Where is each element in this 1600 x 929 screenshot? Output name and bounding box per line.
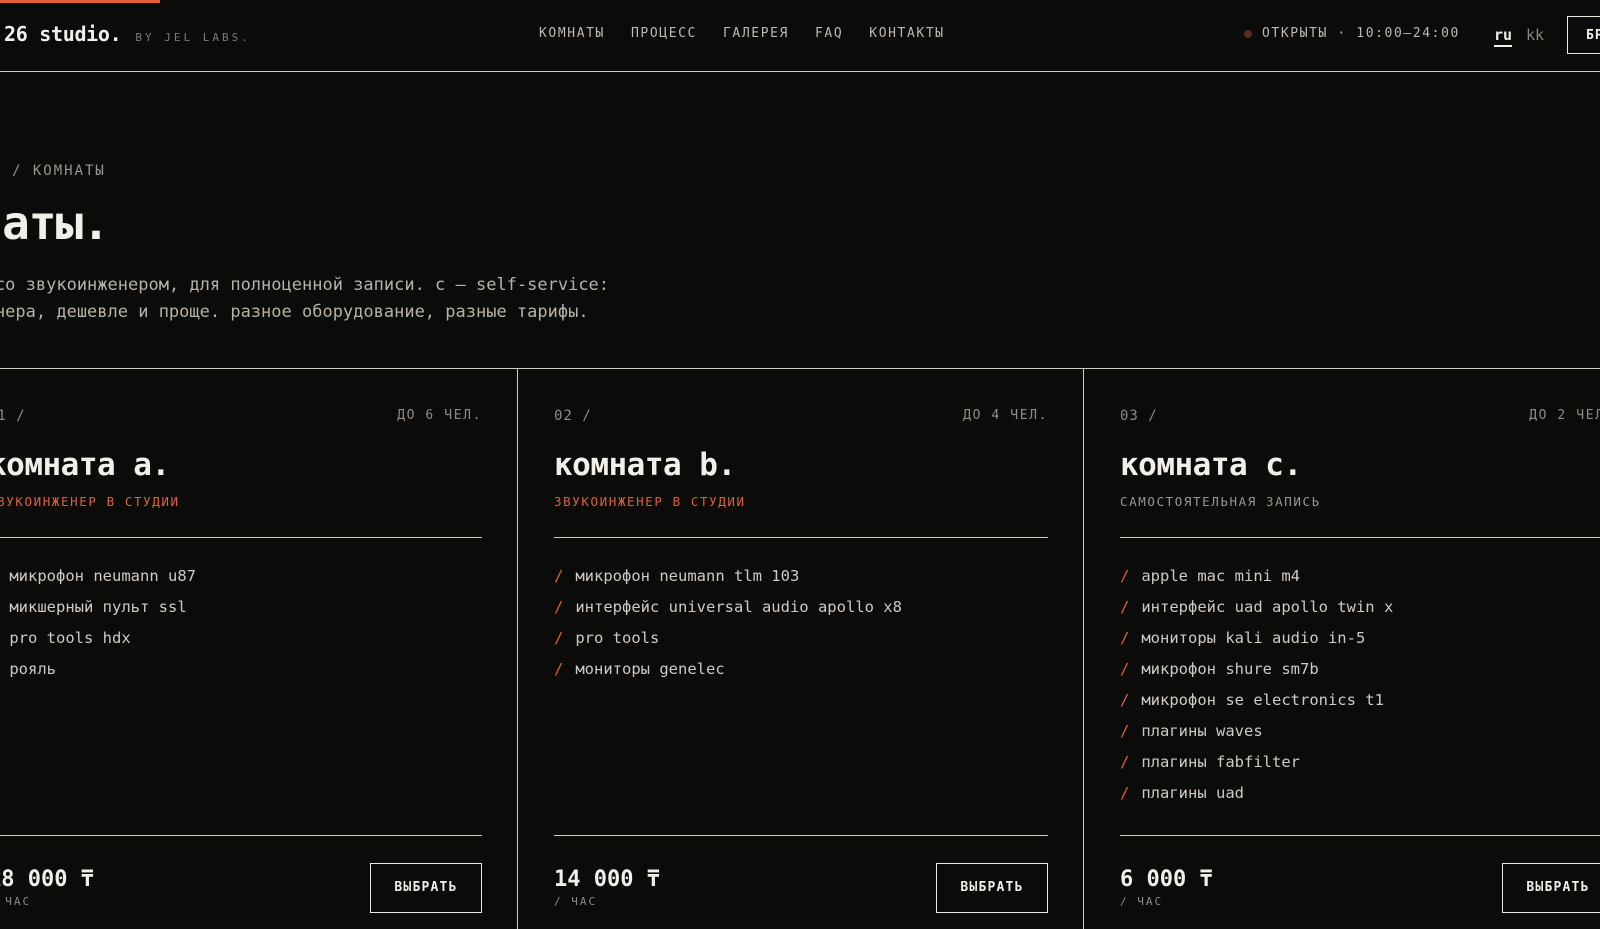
slash-bullet-icon: / [1120,691,1130,709]
slash-bullet-icon: / [554,629,564,647]
room-features: /микрофон neumann u87 /микшерный пульт s… [0,567,482,691]
feature-label: apple mac mini m4 [1141,567,1300,585]
feature-label: pro tools [575,629,660,647]
feature-item: / плагины uad [1120,784,1600,815]
feature-label: мониторы kali audio in-5 [1141,629,1366,647]
select-room-c-button[interactable]: ВЫБРАТЬ [1502,863,1600,913]
room-price: 14 000 ₸ [554,867,660,892]
feature-item: / микрофон shure sm7b [1120,660,1600,691]
feature-item: /pro tools hdx [0,629,482,660]
status-dot-icon [1244,29,1252,38]
room-tag: ЗВУКОИНЖЕНЕР В СТУДИИ [554,494,746,509]
lang-kk-toggle[interactable]: kk [1526,26,1544,44]
lang-ru-toggle[interactable]: ru [1494,26,1513,47]
feature-item: /микшерный пульт ssl [0,598,482,629]
room-title: комната c. [1120,447,1302,483]
feature-item: /рояль [0,660,482,691]
page-description-line: b — со звукоинженером, для полноценной з… [0,275,610,295]
feature-label: pro tools hdx [9,629,131,647]
breadcrumb: / КОМНАТЫ [12,163,106,179]
feature-label: микрофон se electronics t1 [1141,691,1384,709]
slash-bullet-icon: / [554,660,564,678]
card-divider [554,835,1048,836]
feature-item: / микрофон se electronics t1 [1120,691,1600,722]
opening-hours: ОТКРЫТЫ · 10:00–24:00 [1262,26,1460,41]
page-description: b — со звукоинженером, для полноценной з… [0,272,609,326]
room-features: / микрофон neumann tlm 103 / интерфейс uni… [554,567,1048,691]
room-capacity: ДО 2 ЧЕЛ. [1529,408,1600,423]
slash-bullet-icon: / [554,598,564,616]
nav-item-process[interactable]: ПРОЦЕСС [631,26,697,41]
room-index: 02 / [554,408,592,424]
room-card-b: 02 / ДО 4 ЧЕЛ. комната b. ЗВУКОИНЖЕНЕР В… [518,369,1084,929]
feature-label: плагины uad [1141,784,1244,802]
price-unit: / ЧАС [1120,895,1164,908]
page-description-line: инженера, дешевле и проще. разное оборуд… [0,302,589,322]
room-tag: ЗВУКОИНЖЕНЕР В СТУДИИ [0,494,180,509]
nav-item-gallery[interactable]: ГАЛЕРЕЯ [723,26,789,41]
feature-label: микрофон neumann u87 [9,567,196,585]
card-divider [554,537,1048,538]
brand-subtitle: BY JEL LABS. [135,31,251,44]
nav-item-contacts[interactable]: КОНТАКТЫ [869,26,944,41]
nav-item-rooms[interactable]: КОМНАТЫ [539,26,605,41]
page-title: омнаты. [0,196,110,250]
feature-label: мониторы genelec [575,660,725,678]
feature-label: рояль [9,660,57,678]
room-price: 6 000 ₸ [1120,867,1213,892]
feature-item: / мониторы kali audio in-5 [1120,629,1600,660]
card-divider [1120,835,1600,836]
select-room-b-button[interactable]: ВЫБРАТЬ [936,863,1048,913]
room-tag: САМОСТОЯТЕЛЬНАЯ ЗАПИСЬ [1120,494,1321,509]
select-room-a-button[interactable]: ВЫБРАТЬ [370,863,482,913]
feature-label: интерфейс universal audio apollo x8 [575,598,902,616]
card-divider [0,537,482,538]
feature-label: микрофон shure sm7b [1141,660,1319,678]
room-card-a: 01 / ДО 6 ЧЕЛ. комната a. ЗВУКОИНЖЕНЕР В… [0,369,518,929]
slash-bullet-icon: / [1120,598,1130,616]
slash-bullet-icon: / [1120,784,1130,802]
room-index: 03 / [1120,408,1158,424]
feature-label: микшерный пульт ssl [9,598,187,616]
brand-logo-link[interactable]: 26 studio. BY JEL LABS. [4,22,251,46]
room-features: / apple mac mini m4 / интерфейс uad apollo… [1120,567,1600,815]
price-unit: / ЧАС [554,895,598,908]
opening-status: ОТКРЫТЫ · 10:00–24:00 [1244,26,1460,41]
nav-item-faq[interactable]: FAQ [815,26,843,41]
price-unit: / ЧАС [0,895,32,908]
feature-label: интерфейс uad apollo twin x [1141,598,1394,616]
brand-name: 26 studio. [4,22,122,46]
room-capacity: ДО 4 ЧЕЛ. [963,408,1048,423]
card-divider [0,835,482,836]
site-header: 26 studio. BY JEL LABS. КОМНАТЫ ПРОЦЕСС … [0,0,1600,72]
room-index: 01 / [0,408,26,424]
slash-bullet-icon: / [1120,753,1130,771]
slash-bullet-icon: / [1120,629,1130,647]
card-divider [1120,537,1600,538]
room-title: комната b. [554,447,736,483]
main-nav: КОМНАТЫ ПРОЦЕСС ГАЛЕРЕЯ FAQ КОНТАКТЫ [539,26,971,41]
slash-bullet-icon: / [1120,567,1130,585]
feature-item: / интерфейс universal audio apollo x8 [554,598,1048,629]
feature-item: / apple mac mini m4 [1120,567,1600,598]
feature-item: / плагины fabfilter [1120,753,1600,784]
room-card-c: 03 / ДО 2 ЧЕЛ. комната c. САМОСТОЯТЕЛЬНА… [1084,369,1600,929]
slash-bullet-icon: / [1120,722,1130,740]
feature-label: плагины waves [1141,722,1263,740]
feature-item: /микрофон neumann u87 [0,567,482,598]
feature-item: / интерфейс uad apollo twin x [1120,598,1600,629]
room-title: комната a. [0,447,170,483]
slash-bullet-icon: / [554,567,564,585]
feature-item: / pro tools [554,629,1048,660]
feature-item: / плагины waves [1120,722,1600,753]
feature-item: / микрофон neumann tlm 103 [554,567,1048,598]
feature-item: / мониторы genelec [554,660,1048,691]
book-button[interactable]: БР [1567,16,1600,54]
room-price: 18 000 ₸ [0,867,94,892]
feature-label: микрофон neumann tlm 103 [575,567,800,585]
slash-bullet-icon: / [1120,660,1130,678]
room-capacity: ДО 6 ЧЕЛ. [397,408,482,423]
feature-label: плагины fabfilter [1141,753,1300,771]
